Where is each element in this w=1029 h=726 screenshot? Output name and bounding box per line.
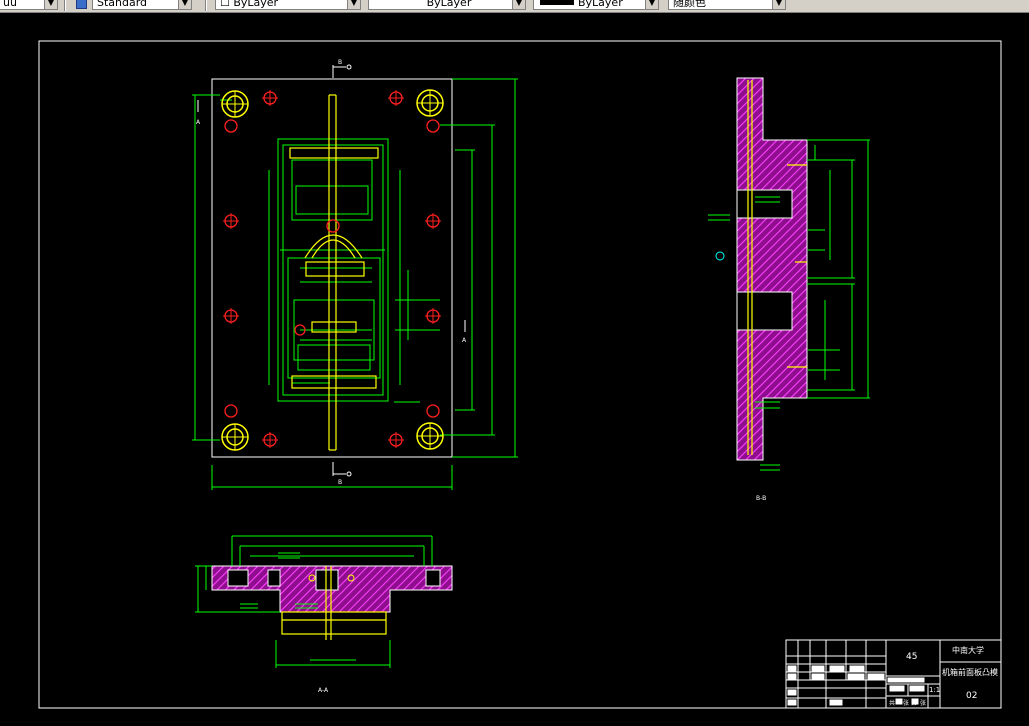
text-style-icon[interactable] — [76, 0, 87, 9]
chevron-down-icon: ▼ — [178, 0, 191, 9]
title-block-material: 45 — [906, 652, 918, 662]
chevron-down-icon: ▼ — [645, 0, 658, 9]
plan-view: B B A A — [192, 59, 518, 490]
linetype-value: ByLayer — [426, 0, 472, 9]
title-block-sheet-count-prefix: 共 — [889, 700, 896, 707]
section-aa-view: A-A — [195, 535, 453, 694]
cut-marker-a-left: A — [196, 119, 201, 126]
section-bb-label: B-B — [756, 495, 766, 502]
cut-marker-b-top: B — [338, 59, 342, 66]
layer-value: ByLayer — [233, 0, 279, 9]
title-block-sheet-count-suffix: 张 — [903, 700, 910, 707]
title-block-scale: 1:1 — [929, 686, 941, 694]
lineweight-value: ByLayer — [578, 0, 623, 9]
chevron-down-icon: ▼ — [512, 0, 525, 9]
lineweight-combo[interactable]: ByLayer ▼ — [533, 0, 659, 10]
chevron-down-icon: ▼ — [44, 0, 57, 9]
section-bb-view: B-B — [708, 77, 870, 502]
toolbar-separator — [205, 0, 207, 11]
chevron-down-icon: ▼ — [347, 0, 360, 9]
plotstyle-combo[interactable]: 随颜色 ▼ — [668, 0, 786, 10]
plotstyle-value: 随颜色 — [673, 0, 706, 9]
chevron-down-icon: ▼ — [772, 0, 785, 9]
lineweight-swatch — [540, 0, 574, 5]
title-block-sheet-index-suffix: 张 — [920, 700, 927, 707]
cut-marker-a-right: A — [462, 337, 467, 344]
section-aa-label: A-A — [318, 687, 329, 694]
drawing-canvas[interactable]: B B A A B-B A-A — [0, 13, 1029, 726]
layer-combo[interactable]: ☐ ByLayer ▼ — [215, 0, 361, 10]
text-style-value: Standard — [97, 0, 148, 9]
toolbar-separator — [64, 0, 66, 11]
text-style-combo[interactable]: Standard ▼ — [92, 0, 192, 10]
text-style-prefix-combo[interactable]: uu ▼ — [0, 0, 58, 10]
properties-toolbar: uu ▼ Standard ▼ ☐ ByLayer ▼ ByLayer ▼ ByLaye… — [0, 0, 1029, 13]
title-block-sheet-index-prefix: 第 — [911, 700, 918, 707]
title-block-part-name: 机箱前面板凸模 — [942, 668, 998, 677]
title-block-school: 中南大学 — [952, 646, 984, 655]
cut-marker-b-bottom: B — [338, 479, 342, 486]
title-block-drawing-number: 02 — [966, 691, 978, 701]
drawing-frame — [38, 40, 1002, 709]
linetype-combo[interactable]: ByLayer ▼ — [368, 0, 526, 10]
